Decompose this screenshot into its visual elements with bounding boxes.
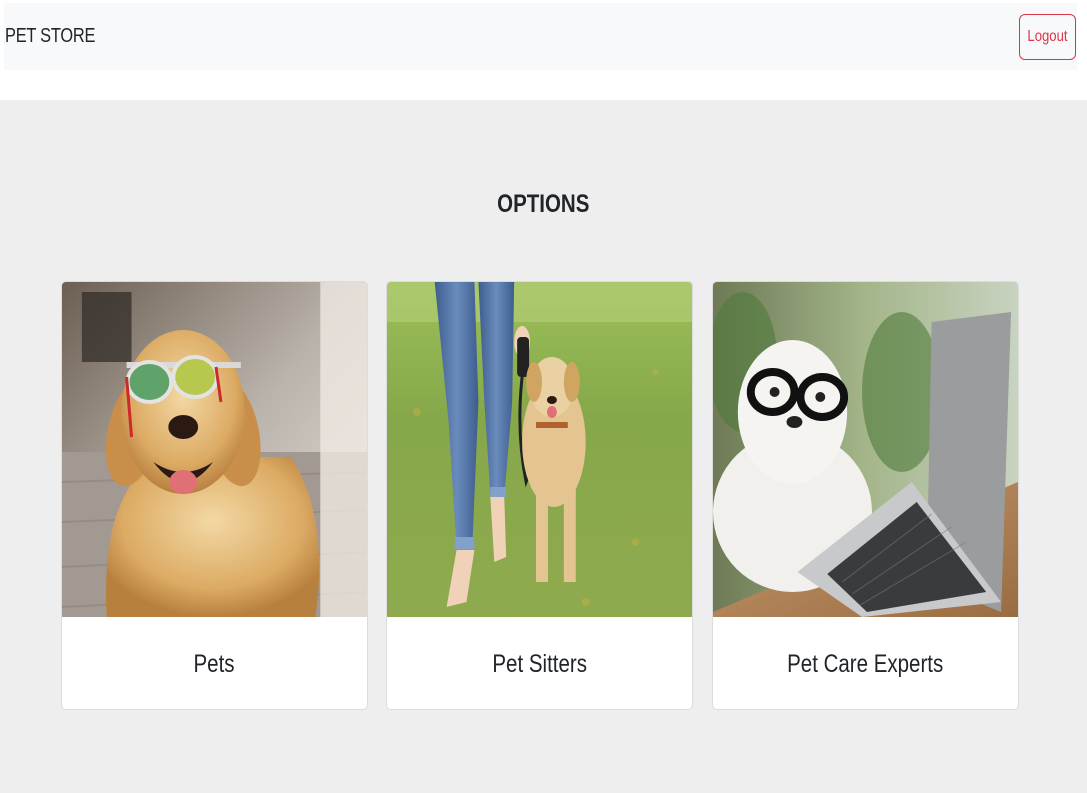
- card-label-pets: Pets: [193, 649, 236, 678]
- pet-sitters-image: [387, 282, 692, 617]
- pets-image: [62, 282, 367, 617]
- card-label-pet-care-experts: Pet Care Experts: [787, 649, 944, 678]
- logout-button[interactable]: Logout: [1019, 13, 1076, 60]
- card-label-pet-sitters: Pet Sitters: [492, 649, 587, 678]
- card-pets[interactable]: Pets: [61, 281, 368, 710]
- pet-care-experts-image: [713, 282, 1018, 617]
- options-section: OPTIONS Pets Pet Sitters Pet Care Expert…: [0, 100, 1087, 793]
- logout-label: Logout: [1027, 27, 1068, 45]
- card-pet-sitters[interactable]: Pet Sitters: [386, 281, 693, 710]
- card-pet-care-experts[interactable]: Pet Care Experts: [712, 281, 1019, 710]
- page-title: OPTIONS: [497, 190, 590, 218]
- brand-logo[interactable]: PET STORE: [5, 25, 95, 48]
- navbar: PET STORE Logout: [4, 3, 1077, 70]
